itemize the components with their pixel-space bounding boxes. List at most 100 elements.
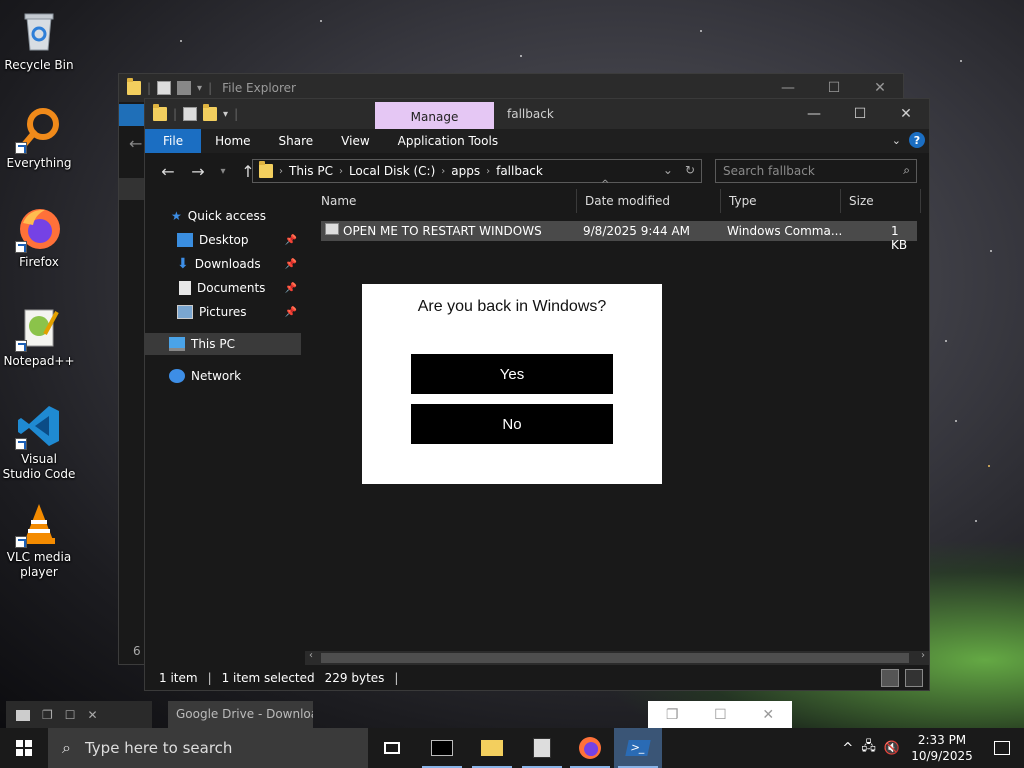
back-arrow-icon[interactable]: ← [155, 162, 181, 181]
taskbar-search-box[interactable]: ⌕ Type here to search [48, 728, 368, 768]
media-player-icon[interactable] [518, 728, 566, 768]
customize-toolbar-icon[interactable]: ▾ [223, 109, 228, 120]
sidebar-item-pictures[interactable]: Pictures 📌 [145, 301, 301, 323]
start-button[interactable] [0, 728, 48, 768]
expand-ribbon-icon[interactable]: ⌄ [892, 134, 901, 147]
desktop-icon-label: Firefox [19, 255, 59, 269]
recent-locations-icon[interactable]: ▾ [215, 166, 231, 177]
scroll-right-icon[interactable]: › [921, 650, 925, 661]
notepad-plus-plus-icon [15, 304, 63, 352]
tab-application-tools[interactable]: Application Tools [384, 129, 512, 153]
large-icons-view-icon[interactable] [905, 669, 923, 687]
desktop-icon-everything[interactable]: Everything [2, 106, 76, 171]
volume-muted-icon[interactable]: 🔇 [884, 741, 900, 756]
firefox-icon[interactable] [566, 728, 614, 768]
clock[interactable]: 2:33 PM 10/9/2025 [904, 732, 980, 764]
navigation-bar: ← → ▾ ↑ › This PC › Local Disk (C:) › ap… [145, 153, 929, 189]
new-folder-icon[interactable] [203, 104, 218, 121]
breadcrumb-this-pc[interactable]: This PC [289, 164, 333, 178]
yes-button[interactable]: Yes [411, 354, 613, 394]
file-explorer-icon[interactable] [468, 728, 516, 768]
column-header-name[interactable]: Name [313, 189, 577, 213]
forward-arrow-icon[interactable]: → [185, 162, 211, 181]
minimized-console-window[interactable]: ❐ ☐ ✕ [6, 701, 152, 729]
tab-manage[interactable]: Manage [375, 102, 494, 132]
task-view-icon[interactable] [368, 728, 416, 768]
folder-icon [127, 78, 141, 95]
pin-icon[interactable]: 📌 [285, 307, 297, 318]
restart-confirmation-dialog: Are you back in Windows? Yes No [362, 284, 662, 484]
sidebar-item-quick-access[interactable]: ★ Quick access [145, 205, 301, 227]
sidebar-selected-item[interactable] [119, 178, 147, 200]
desktop-icon-notepad-plus-plus[interactable]: Notepad++ [2, 304, 76, 369]
search-icon: ⌕ [62, 738, 71, 757]
scroll-left-icon[interactable]: ‹ [309, 650, 313, 661]
pictures-icon [177, 305, 193, 319]
window-title: fallback [507, 107, 554, 121]
sidebar-item-desktop[interactable]: Desktop 📌 [145, 229, 301, 251]
properties-icon[interactable] [157, 81, 172, 95]
search-input[interactable]: Search fallback ⌕ [715, 159, 917, 183]
tab-home[interactable]: Home [201, 129, 264, 153]
back-arrow-icon[interactable]: ← [129, 134, 142, 153]
desktop-icon-firefox[interactable]: Firefox [2, 205, 76, 270]
no-button[interactable]: No [411, 404, 613, 444]
sidebar-item-this-pc[interactable]: This PC [145, 333, 301, 355]
address-bar[interactable]: › This PC › Local Disk (C:) › apps › fal… [252, 159, 702, 183]
close-icon[interactable]: ✕ [883, 99, 929, 129]
refresh-icon[interactable]: ↻ [685, 163, 695, 177]
shortcut-arrow-icon [15, 536, 27, 548]
powershell-icon[interactable]: >_ [614, 728, 662, 768]
download-arrow-icon: ⬇ [177, 256, 189, 272]
desktop-icon-vscode[interactable]: Visual Studio Code [2, 402, 76, 482]
network-icon [169, 369, 185, 383]
sidebar-item-documents[interactable]: Documents 📌 [145, 277, 301, 299]
address-dropdown-icon[interactable]: ⌄ [663, 163, 673, 177]
tab-file[interactable]: File [145, 129, 202, 153]
desktop-icon-vlc[interactable]: VLC media player [2, 500, 76, 580]
customize-toolbar-icon[interactable]: ▾ [197, 83, 202, 94]
scrollbar-thumb[interactable] [321, 653, 909, 663]
file-row[interactable]: OPEN ME TO RESTART WINDOWS 9/8/2025 9:44… [321, 221, 917, 252]
pin-icon[interactable]: 📌 [285, 283, 297, 294]
file-tab[interactable] [119, 104, 147, 126]
maximize-icon[interactable]: ☐ [714, 707, 727, 723]
close-icon[interactable]: ✕ [88, 708, 98, 722]
new-folder-icon[interactable] [177, 81, 192, 95]
properties-icon[interactable] [183, 107, 198, 121]
tab-view[interactable]: View [327, 129, 383, 153]
breadcrumb-fallback[interactable]: fallback [496, 164, 543, 178]
chevron-up-icon[interactable]: ^ [842, 741, 853, 756]
help-icon[interactable]: ? [909, 132, 925, 148]
desktop-icon-recycle-bin[interactable]: Recycle Bin [2, 8, 76, 73]
notification-center-icon[interactable] [980, 728, 1024, 768]
breadcrumb-apps[interactable]: apps [451, 164, 480, 178]
maximize-icon[interactable]: ☐ [837, 99, 883, 129]
sidebar-item-downloads[interactable]: ⬇ Downloads 📌 [145, 253, 301, 275]
network-status-icon[interactable]: 🖧 [861, 737, 876, 759]
title-bar[interactable]: | ▾ | Manage fallback — ☐ ✕ [145, 99, 929, 132]
ribbon-tabs: File Home Share View Application Tools ⌄… [145, 129, 929, 153]
file-date-modified: 9/8/2025 9:44 AM [583, 224, 691, 238]
minimized-window-controls: ❐ ☐ ✕ [648, 701, 792, 729]
breadcrumb-local-disk[interactable]: Local Disk (C:) [349, 164, 435, 178]
restore-icon[interactable]: ❐ [666, 707, 679, 723]
desktop-icon-label: Everything [6, 156, 72, 170]
pin-icon[interactable]: 📌 [285, 235, 297, 246]
desktop-folder-icon [177, 233, 193, 247]
console-icon [16, 709, 30, 721]
pin-icon[interactable]: 📌 [285, 259, 297, 270]
sidebar-item-network[interactable]: Network [145, 365, 301, 387]
column-header-type[interactable]: Type [721, 189, 841, 213]
maximize-icon[interactable]: ☐ [65, 708, 76, 722]
tab-share[interactable]: Share [265, 129, 328, 153]
details-view-icon[interactable] [881, 669, 899, 687]
column-header-date-modified[interactable]: Date modified [577, 189, 721, 213]
close-icon[interactable]: ✕ [762, 707, 774, 723]
horizontal-scrollbar[interactable]: ‹ › [305, 650, 929, 665]
terminal-icon[interactable] [418, 728, 466, 768]
minimized-google-drive-window[interactable]: Google Drive - Downloa... [168, 701, 313, 729]
restore-icon[interactable]: ❐ [42, 708, 53, 722]
minimize-icon[interactable]: — [791, 99, 837, 129]
column-header-size[interactable]: Size [841, 189, 921, 213]
